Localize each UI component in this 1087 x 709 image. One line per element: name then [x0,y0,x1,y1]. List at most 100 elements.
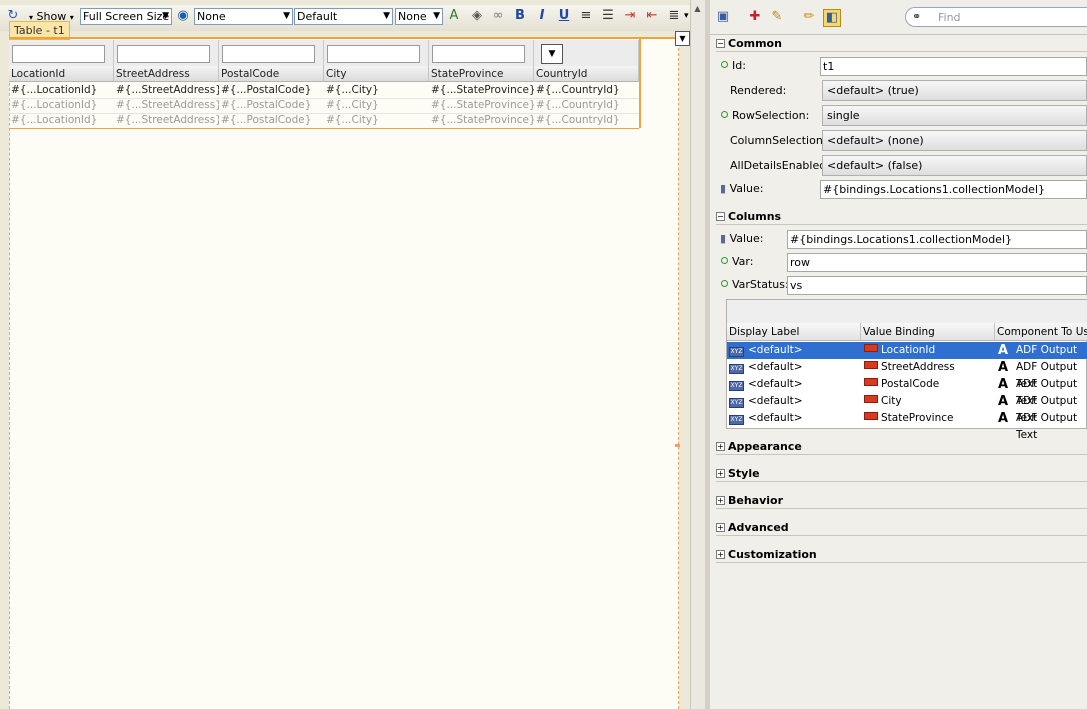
column-header[interactable]: StateProvince [429,66,534,82]
vertical-scrollbar[interactable]: ▲ [690,0,705,709]
screen-size-select[interactable]: Full Screen Size ▼ [80,8,172,25]
pin-icon[interactable]: ✚ [747,9,763,25]
grid-cell-label: <default> [748,344,803,356]
scroll-up-icon[interactable]: ▲ [693,2,702,16]
grid-cell-binding: StateProvince [881,412,954,424]
outdent-icon[interactable]: ⇤ [644,8,660,24]
binding-icon [864,359,878,376]
text-icon: XYZ [729,398,744,408]
rowselection-label: RowSelection: [721,109,809,123]
grid-row[interactable]: XYZ <default> PostalCode A ADF Output Te… [727,376,1087,407]
resize-handle[interactable] [675,444,680,447]
size-select[interactable]: None ▼ [395,8,443,25]
section-common[interactable]: − Common [716,36,782,51]
grid-row[interactable]: XYZ <default> StreetAddress A ADF Output… [727,359,1087,390]
filter-input[interactable] [12,45,105,63]
style-class-select[interactable]: None ▼ [194,8,293,25]
column-header[interactable]: StreetAddress [114,66,219,82]
grid-header[interactable]: Component To Use [995,323,1087,341]
grid-cell-label: <default> [748,361,803,373]
columns-value-label: ▮ Value: [720,232,763,246]
grid-row[interactable]: XYZ <default> City A ADF Output Text [727,393,1087,424]
text-icon: XYZ [729,415,744,425]
font-select[interactable]: Default ▼ [294,8,393,25]
component-menu-button[interactable]: ▼ [675,31,690,46]
binding-icon [864,393,878,410]
id-label-text: Id: [732,59,746,72]
collapse-icon: − [716,39,725,48]
select-icon[interactable]: ▣ [715,9,731,25]
align-icon[interactable]: ≣ [666,8,682,24]
edit-icon[interactable]: ✎ [769,9,785,25]
table-cell[interactable]: #{...CountryId} [534,83,639,98]
value-field[interactable]: #{bindings.Locations1.collectionModel} [820,180,1087,199]
link-icon[interactable]: ∞ [490,8,506,24]
table-cell[interactable]: #{...City} [324,83,429,98]
grid-cell-label: <default> [748,412,803,424]
section-divider [716,481,1087,482]
design-canvas [9,38,679,709]
id-field[interactable]: t1 [820,57,1087,76]
section-title: Appearance [728,440,802,453]
bullet-list-icon[interactable]: ☰ [600,8,616,24]
toolbar-overflow-icon[interactable]: ▾ [684,11,689,21]
bold-icon[interactable]: B [512,8,528,24]
varstatus-field[interactable]: vs [787,276,1087,295]
table-cell[interactable]: #{...StreetAddress} [114,83,219,98]
section-behavior[interactable]: + Behavior [716,493,783,508]
filter-input[interactable] [327,45,420,63]
grid-cell-label: <default> [748,395,803,407]
section-divider [716,508,1087,509]
grid-row[interactable]: XYZ <default> StateProvince A ADF Output… [727,410,1087,441]
section-columns[interactable]: − Columns [716,209,781,224]
screen-size-value: Full Screen Size [83,10,170,23]
column-header[interactable]: LocationId [9,66,114,82]
table-cell[interactable]: #{...PostalCode} [219,83,324,98]
filter-input[interactable] [222,45,315,63]
columnselection-select[interactable]: <default> (none) [822,130,1087,151]
table-cell[interactable]: #{...LocationId} [9,83,114,98]
var-field[interactable]: row [787,253,1087,272]
adf-icon: A [998,377,1009,392]
text-color-icon[interactable]: A [446,8,462,24]
table-cell: #{...City} [326,114,379,126]
italic-icon[interactable]: I [534,8,550,24]
pencil-icon[interactable]: ✏ [801,9,817,25]
rendered-select[interactable]: <default> (true) [822,80,1087,101]
binding-icon [864,410,878,427]
chevron-down-icon: ▼ [383,11,390,21]
filter-input[interactable] [117,45,210,63]
binding-icon [864,342,878,359]
columns-grid-toolbar [727,300,1087,323]
chevron-down-icon: ▼ [162,11,169,21]
section-customization[interactable]: + Customization [716,547,817,562]
column-header[interactable]: CountryId [534,66,639,82]
grid-row[interactable]: XYZ <default> LocationId A ADF Output Te… [727,342,1087,373]
fill-color-icon[interactable]: ◈ [469,8,485,24]
section-advanced[interactable]: + Advanced [716,520,789,535]
table-cell[interactable]: #{...StateProvince} [429,83,534,98]
binoculars-icon: ⚭ [912,10,922,23]
column-header[interactable]: PostalCode [219,66,324,82]
globe-icon[interactable]: ◉ [175,8,191,24]
find-placeholder: Find [938,11,961,24]
chevron-down-icon: ▼ [283,11,290,21]
grid-header[interactable]: Display Label [727,323,861,341]
column-header[interactable]: City [324,66,429,82]
rendered-label: Rendered: [730,84,787,97]
section-style[interactable]: + Style [716,466,760,481]
alldetails-select[interactable]: <default> (false) [822,155,1087,176]
filter-cell [219,40,324,66]
filter-dropdown-button[interactable]: ▼ [541,44,563,64]
columns-value-field[interactable]: #{bindings.Locations1.collectionModel} [787,230,1087,249]
section-appearance[interactable]: + Appearance [716,439,802,454]
indent-icon[interactable]: ⇥ [622,8,638,24]
numbered-list-icon[interactable]: ≡ [578,8,594,24]
rowselection-select[interactable]: single [822,105,1087,126]
find-field[interactable]: ⚭ Find [905,7,1087,27]
grid-header[interactable]: Value Binding [861,323,995,341]
adf-icon: A [998,394,1009,409]
underline-icon[interactable]: U [556,8,572,24]
filter-input[interactable] [432,45,525,63]
bind-icon[interactable]: ◧ [823,9,841,27]
